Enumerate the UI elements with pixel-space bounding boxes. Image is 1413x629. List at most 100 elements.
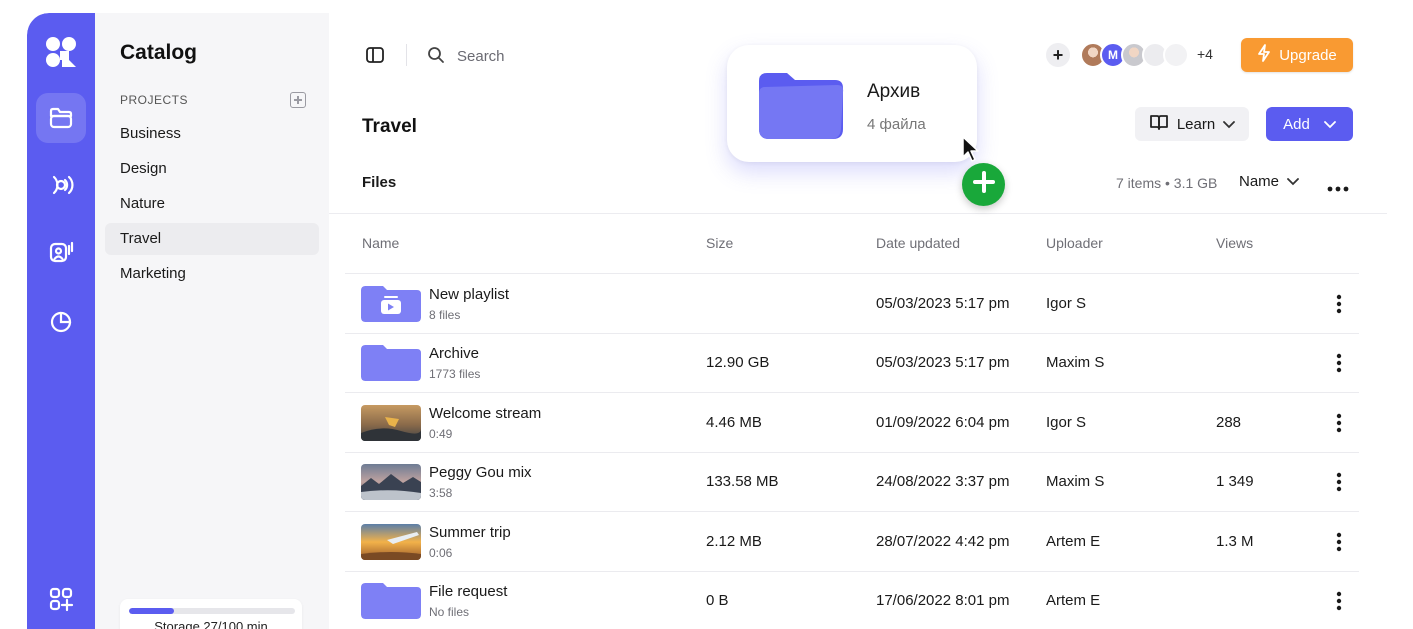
row-size: 12.90 GB bbox=[706, 354, 770, 371]
learn-label: Learn bbox=[1176, 115, 1216, 133]
row-subtitle: No files bbox=[429, 605, 470, 619]
sort-dropdown[interactable]: Name bbox=[1239, 173, 1299, 190]
add-label: Add bbox=[1283, 115, 1310, 133]
row-size: 2.12 MB bbox=[706, 533, 762, 550]
row-name[interactable]: New playlist bbox=[429, 286, 509, 303]
row-uploader: Igor S bbox=[1046, 414, 1087, 431]
table-row[interactable]: New playlist 8 files 05/03/2023 5:17 pm … bbox=[329, 274, 1387, 333]
column-header-uploader[interactable]: Uploader bbox=[1046, 235, 1103, 251]
dragged-folder-name: Архив bbox=[867, 81, 921, 102]
row-size: 4.46 MB bbox=[706, 414, 762, 431]
more-vertical-icon[interactable] bbox=[1336, 591, 1342, 616]
more-vertical-icon[interactable] bbox=[1336, 532, 1342, 557]
analytics-icon bbox=[48, 309, 74, 335]
icon-rail bbox=[27, 13, 95, 629]
sidebar-item-marketing[interactable]: Marketing bbox=[105, 258, 319, 290]
invite-member-button[interactable]: + bbox=[1046, 43, 1070, 67]
column-header-date[interactable]: Date updated bbox=[876, 235, 960, 251]
files-section-label: Files bbox=[362, 174, 397, 191]
podcast-icon bbox=[48, 238, 74, 264]
table-row[interactable]: Peggy Gou mix 3:58 133.58 MB 24/08/2022 … bbox=[329, 452, 1387, 511]
sidebar-item-design[interactable]: Design bbox=[105, 153, 319, 185]
extra-members-count[interactable]: +4 bbox=[1197, 46, 1213, 62]
plus-icon bbox=[972, 170, 996, 199]
projects-section-label: PROJECTS bbox=[120, 93, 189, 107]
sidebar-toggle-icon[interactable] bbox=[365, 45, 385, 70]
table-row[interactable]: Archive 1773 files 12.90 GB 05/03/2023 5… bbox=[329, 333, 1387, 392]
page-title: Travel bbox=[362, 116, 417, 137]
sort-label: Name bbox=[1239, 173, 1280, 190]
row-uploader: Artem E bbox=[1046, 533, 1101, 550]
drop-add-indicator bbox=[962, 163, 1005, 206]
row-name[interactable]: File request bbox=[429, 583, 507, 600]
more-horizontal-icon[interactable] bbox=[1327, 179, 1349, 197]
table-row[interactable]: Welcome stream 0:49 4.46 MB 01/09/2022 6… bbox=[329, 393, 1387, 452]
row-subtitle: 3:58 bbox=[429, 486, 453, 500]
upgrade-label: Upgrade bbox=[1279, 46, 1337, 64]
add-project-icon[interactable] bbox=[290, 92, 306, 108]
row-uploader: Igor S bbox=[1046, 295, 1087, 312]
avatar[interactable] bbox=[1163, 42, 1189, 68]
storage-progress-bar bbox=[129, 608, 295, 614]
rail-analytics-button[interactable] bbox=[36, 297, 86, 347]
sidebar-item-nature[interactable]: Nature bbox=[105, 188, 319, 220]
row-subtitle: 8 files bbox=[429, 308, 461, 322]
search-icon bbox=[427, 46, 445, 69]
dragged-folder-card[interactable]: Архив 4 файла bbox=[727, 45, 977, 162]
row-name[interactable]: Welcome stream bbox=[429, 405, 541, 422]
row-size: 133.58 MB bbox=[706, 473, 779, 490]
more-vertical-icon[interactable] bbox=[1336, 413, 1342, 438]
row-date: 17/06/2022 8:01 pm bbox=[876, 592, 1010, 609]
storage-progress-fill bbox=[129, 608, 174, 614]
row-views: 1 349 bbox=[1216, 473, 1254, 490]
row-subtitle: 0:06 bbox=[429, 546, 453, 560]
storage-widget[interactable]: Storage 27/100 min bbox=[120, 599, 302, 629]
folder-icon bbox=[757, 71, 845, 146]
row-name[interactable]: Summer trip bbox=[429, 524, 511, 541]
search-input[interactable] bbox=[455, 43, 619, 69]
more-vertical-icon[interactable] bbox=[1336, 294, 1342, 319]
video-thumbnail bbox=[361, 464, 421, 500]
row-uploader: Maxim S bbox=[1046, 354, 1105, 371]
learn-button[interactable]: Learn bbox=[1135, 107, 1249, 141]
row-uploader: Artem E bbox=[1046, 592, 1101, 609]
row-date: 05/03/2023 5:17 pm bbox=[876, 295, 1010, 312]
book-icon bbox=[1149, 113, 1169, 135]
row-name[interactable]: Peggy Gou mix bbox=[429, 464, 532, 481]
project-sidebar: Catalog PROJECTS Business Design Nature … bbox=[95, 13, 329, 629]
upgrade-button[interactable]: Upgrade bbox=[1241, 38, 1353, 72]
rail-podcast-button[interactable] bbox=[36, 226, 86, 276]
toolbar-divider bbox=[406, 44, 407, 66]
column-header-name[interactable]: Name bbox=[362, 235, 399, 251]
sidebar-item-business[interactable]: Business bbox=[105, 118, 319, 150]
chevron-down-icon bbox=[1223, 116, 1236, 133]
video-thumbnail bbox=[361, 405, 421, 441]
row-name[interactable]: Archive bbox=[429, 345, 479, 362]
plus-icon: + bbox=[1052, 45, 1064, 65]
row-date: 24/08/2022 3:37 pm bbox=[876, 473, 1010, 490]
column-header-size[interactable]: Size bbox=[706, 235, 733, 251]
app-window: Catalog PROJECTS Business Design Nature … bbox=[27, 13, 1387, 629]
storage-label: Storage 27/100 min bbox=[154, 619, 268, 629]
sidebar-title: Catalog bbox=[120, 41, 198, 64]
rail-folder-button[interactable] bbox=[36, 93, 86, 143]
row-size: 0 B bbox=[706, 592, 729, 609]
table-row[interactable]: Summer trip 0:06 2.12 MB 28/07/2022 4:42… bbox=[329, 512, 1387, 571]
more-vertical-icon[interactable] bbox=[1336, 472, 1342, 497]
chevron-down-icon bbox=[1287, 173, 1299, 190]
rail-apps-button[interactable] bbox=[36, 574, 86, 624]
row-subtitle: 1773 files bbox=[429, 367, 481, 381]
sidebar-item-travel[interactable]: Travel bbox=[105, 223, 319, 255]
column-header-views[interactable]: Views bbox=[1216, 235, 1253, 251]
add-button[interactable]: Add bbox=[1266, 107, 1353, 141]
app-logo-icon[interactable] bbox=[44, 35, 78, 69]
table-row[interactable]: File request No files 0 B 17/06/2022 8:0… bbox=[329, 571, 1387, 629]
playlist-folder-icon bbox=[361, 286, 421, 322]
folder-icon bbox=[48, 105, 74, 131]
broadcast-icon bbox=[48, 172, 74, 198]
video-thumbnail bbox=[361, 524, 421, 560]
rail-broadcast-button[interactable] bbox=[36, 160, 86, 210]
chevron-down-icon bbox=[1323, 116, 1336, 133]
more-vertical-icon[interactable] bbox=[1336, 353, 1342, 378]
row-uploader: Maxim S bbox=[1046, 473, 1105, 490]
